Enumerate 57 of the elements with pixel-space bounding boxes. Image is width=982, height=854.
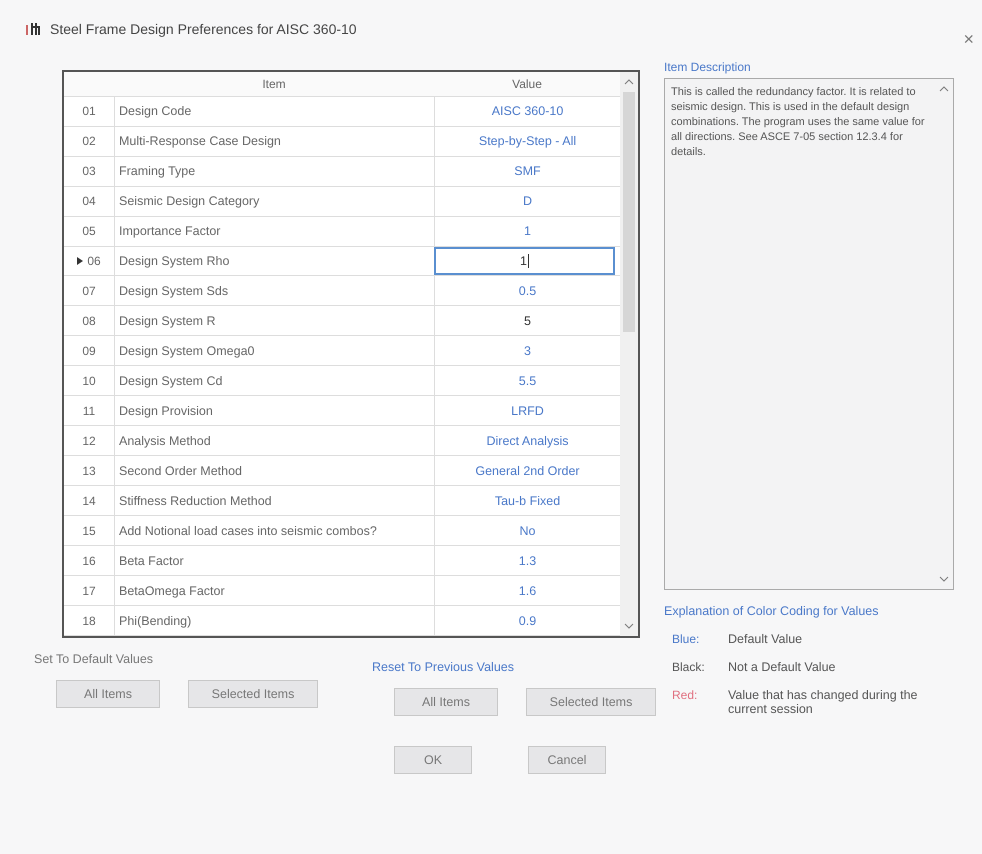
- legend-text: Default Value: [728, 632, 804, 646]
- row-number: 08: [82, 314, 96, 328]
- item-cell: Analysis Method: [114, 426, 434, 456]
- item-cell: Add Notional load cases into seismic combos?: [114, 516, 434, 546]
- item-cell: Second Order Method: [114, 456, 434, 486]
- legend-label: Red:: [672, 688, 698, 704]
- column-header: Item: [261, 76, 287, 91]
- item-cell: Importance Factor: [114, 216, 434, 246]
- row-number: 06: [87, 254, 101, 268]
- description-text: This is called the redundancy factor. It is related to seismic design. This is used in the default design combinations. The program uses the same value for all directions. See ASCE 7-05 section 12.3.4 for details.: [670, 85, 926, 160]
- row-number: 07: [82, 284, 96, 298]
- item-cell: BetaOmega Factor: [114, 576, 434, 606]
- ok-button[interactable]: OK: [394, 746, 472, 774]
- description-title: Item Description: [664, 60, 752, 74]
- row-number: 16: [82, 554, 96, 568]
- item-cell: Framing Type: [114, 156, 434, 186]
- item-cell: Multi-Response Case Design: [114, 126, 434, 156]
- close-button[interactable]: ×: [963, 28, 974, 50]
- item-cell: Design Code: [114, 96, 434, 126]
- group-title: Set To Default Values: [34, 652, 154, 666]
- row-number: 14: [82, 494, 96, 508]
- item-cell: Phi(Bending): [114, 606, 434, 636]
- group-title: Reset To Previous Values: [372, 660, 515, 674]
- row-number: 01: [82, 104, 96, 118]
- row-number: 12: [82, 434, 96, 448]
- legend-label: Black:: [672, 660, 706, 674]
- item-cell: Design System R: [114, 306, 434, 336]
- row-number: 10: [82, 374, 96, 388]
- all-items-button[interactable]: All Items: [56, 680, 160, 708]
- legend-label: Blue:: [672, 632, 700, 646]
- item-cell: Design Provision: [114, 396, 434, 426]
- item-cell: Design System Sds: [114, 276, 434, 306]
- cancel-button[interactable]: Cancel: [528, 746, 606, 774]
- value-input-field[interactable]: 1: [434, 246, 616, 275]
- item-cell: Design System Cd: [114, 366, 434, 396]
- all-items-button[interactable]: All Items: [394, 688, 498, 716]
- row-number: 03: [82, 164, 96, 178]
- row-number: 15: [82, 524, 96, 538]
- item-cell: Stiffness Reduction Method: [114, 486, 434, 516]
- item-cell: Design System Omega0: [114, 336, 434, 366]
- row-number: 11: [82, 404, 96, 418]
- row-number: 18: [82, 614, 96, 628]
- legend-title: Explanation of Color Coding for Values: [664, 604, 880, 618]
- column-header: Value: [511, 76, 543, 91]
- item-cell: Beta Factor: [114, 546, 434, 576]
- row-number: 04: [82, 194, 96, 208]
- selected-items-button[interactable]: Selected Items: [188, 680, 318, 708]
- row-number: 09: [82, 344, 96, 358]
- window-title: Steel Frame Design Preferences for AISC 360-10: [50, 21, 358, 37]
- legend-text: Value that has changed during the current session: [728, 688, 918, 716]
- item-cell: Seismic Design Category: [114, 186, 434, 216]
- row-number: 02: [82, 134, 96, 148]
- row-number: 13: [82, 464, 96, 478]
- legend-text: Not a Default Value: [728, 660, 836, 674]
- row-number: 05: [82, 224, 96, 238]
- selected-items-button[interactable]: Selected Items: [526, 688, 656, 716]
- row-number: 17: [82, 584, 96, 598]
